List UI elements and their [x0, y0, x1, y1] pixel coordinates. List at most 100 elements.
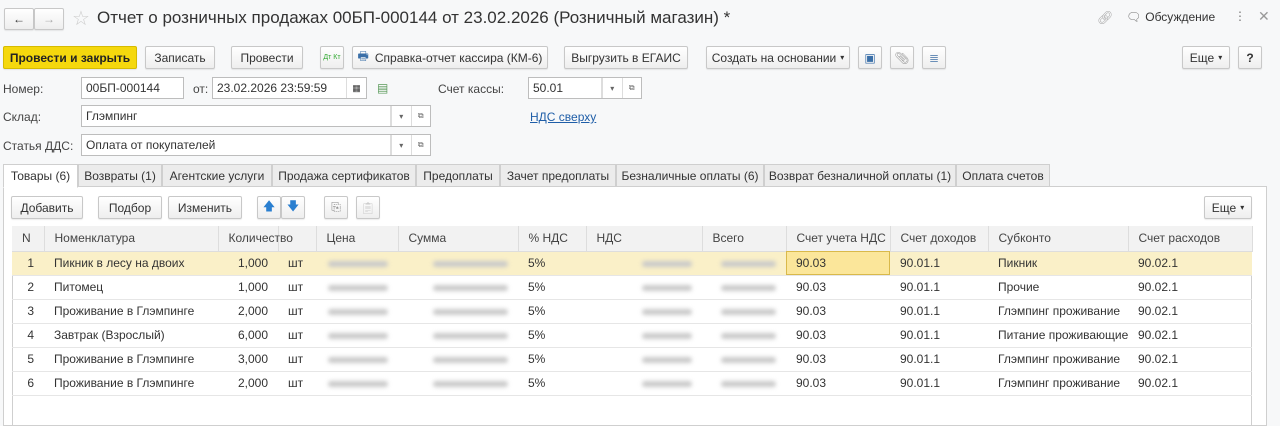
paste-icon[interactable]: 📋︎ [356, 196, 380, 219]
table-row[interactable]: 6 Проживание в Глэмпинге 2,000 шт 5% 90.03 90.… [12, 371, 1252, 396]
cell-vat[interactable] [586, 299, 702, 324]
cell-quantity[interactable]: 1,000 [218, 275, 278, 300]
cell-sum[interactable] [398, 251, 518, 276]
cell-vat-account[interactable]: 90.03 [786, 251, 890, 276]
cell-n[interactable]: 6 [12, 371, 44, 396]
copy-icon[interactable]: ⎘ [324, 196, 348, 219]
tab-certificate-sales[interactable]: Продажа сертификатов [272, 164, 416, 187]
cell-total[interactable] [702, 275, 786, 300]
cell-sum[interactable] [398, 275, 518, 300]
forward-button[interactable]: → [34, 8, 64, 30]
post-button[interactable]: Провести [231, 46, 303, 69]
calendar-icon[interactable]: ▦ [346, 78, 366, 98]
number-field[interactable]: 00БП-000144 [81, 77, 184, 99]
tab-prepayments[interactable]: Предоплаты [416, 164, 500, 187]
dropdown-icon[interactable]: ▾ [391, 135, 411, 155]
table-row[interactable]: 4 Завтрак (Взрослый) 6,000 шт 5% 90.03 90.01.1… [12, 323, 1252, 348]
column-header-expense-account[interactable]: Счет расходов [1128, 226, 1253, 252]
cell-vat[interactable] [586, 371, 702, 396]
column-header-sum[interactable]: Сумма [398, 226, 519, 252]
cell-vat-rate[interactable]: 5% [518, 299, 586, 324]
cell-total[interactable] [702, 251, 786, 276]
column-header-vat[interactable]: НДС [586, 226, 703, 252]
post-and-close-button[interactable]: Провести и закрыть [3, 46, 137, 69]
edit-button[interactable]: Изменить [168, 196, 242, 219]
cell-vat-rate[interactable]: 5% [518, 371, 586, 396]
dropdown-icon[interactable]: ▾ [602, 78, 622, 98]
cell-expense-account[interactable]: 90.02.1 [1128, 299, 1252, 324]
vat-on-top-link[interactable]: НДС сверху [530, 110, 596, 124]
cell-n[interactable]: 3 [12, 299, 44, 324]
cell-income-account[interactable]: 90.01.1 [890, 299, 988, 324]
cell-price[interactable] [316, 299, 398, 324]
cell-subconto[interactable]: Глэмпинг проживание [988, 299, 1128, 324]
egais-upload-button[interactable]: Выгрузить в ЕГАИС [564, 46, 688, 69]
table-row[interactable]: 5 Проживание в Глэмпинге 3,000 шт 5% 90.03 90.… [12, 347, 1252, 372]
cell-nomenclature[interactable]: Проживание в Глэмпинге [44, 347, 218, 372]
cell-quantity[interactable]: 3,000 [218, 347, 278, 372]
move-down-icon[interactable]: 🡇 [281, 196, 305, 219]
back-button[interactable]: ← [4, 8, 34, 30]
create-based-on-button[interactable]: Создать на основании ▾ [706, 46, 850, 69]
cell-price[interactable] [316, 323, 398, 348]
cell-sum[interactable] [398, 323, 518, 348]
cell-total[interactable] [702, 299, 786, 324]
cell-n[interactable]: 2 [12, 275, 44, 300]
cell-vat[interactable] [586, 323, 702, 348]
table-row[interactable]: 2 Питомец 1,000 шт 5% 90.03 90.01.1 Прочие 90.02… [12, 275, 1252, 300]
cell-expense-account[interactable]: 90.02.1 [1128, 347, 1252, 372]
column-header-quantity[interactable]: Количество [218, 226, 293, 252]
cell-subconto[interactable]: Пикник [988, 251, 1128, 276]
dds-field[interactable]: Оплата от покупателей ▾ ⧉ [81, 134, 431, 156]
cell-vat-account[interactable]: 90.03 [786, 323, 890, 348]
link-icon[interactable]: 🔗︎ [1097, 10, 1114, 26]
cell-unit[interactable]: шт [278, 347, 316, 372]
cell-income-account[interactable]: 90.01.1 [890, 371, 988, 396]
cell-sum[interactable] [398, 347, 518, 372]
cell-subconto[interactable]: Глэмпинг проживание [988, 347, 1128, 372]
cell-expense-account[interactable]: 90.02.1 [1128, 275, 1252, 300]
cell-quantity[interactable]: 1,000 [218, 251, 278, 276]
tab-invoice-payment[interactable]: Оплата счетов [956, 164, 1050, 187]
cell-nomenclature[interactable]: Проживание в Глэмпинге [44, 299, 218, 324]
cell-vat-rate[interactable]: 5% [518, 347, 586, 372]
table-more-button[interactable]: Еще ▾ [1204, 196, 1252, 219]
cell-total[interactable] [702, 323, 786, 348]
column-header-total[interactable]: Всего [702, 226, 787, 252]
date-field[interactable]: 23.02.2026 23:59:59 ▦ [212, 77, 367, 99]
cell-quantity[interactable]: 2,000 [218, 371, 278, 396]
cell-unit[interactable]: шт [278, 275, 316, 300]
cell-nomenclature[interactable]: Проживание в Глэмпинге [44, 371, 218, 396]
open-icon[interactable]: ⧉ [410, 106, 431, 126]
cell-vat-rate[interactable]: 5% [518, 323, 586, 348]
column-header-subconto[interactable]: Субконто [988, 226, 1129, 252]
cell-price[interactable] [316, 251, 398, 276]
cell-vat-account[interactable]: 90.03 [786, 371, 890, 396]
cell-n[interactable]: 5 [12, 347, 44, 372]
cell-income-account[interactable]: 90.01.1 [890, 275, 988, 300]
favorite-star-icon[interactable]: ☆ [72, 6, 90, 31]
cash-account-field[interactable]: 50.01 ▾ ⧉ [528, 77, 642, 99]
table-row[interactable]: 1 Пикник в лесу на двоих 1,000 шт 5% 90.03 90.… [12, 251, 1252, 276]
cell-quantity[interactable]: 6,000 [218, 323, 278, 348]
cell-income-account[interactable]: 90.01.1 [890, 323, 988, 348]
cell-total[interactable] [702, 347, 786, 372]
cell-subconto[interactable]: Глэмпинг проживание [988, 371, 1128, 396]
cell-sum[interactable] [398, 371, 518, 396]
pick-button[interactable]: Подбор [98, 196, 162, 219]
dropdown-icon[interactable]: ▾ [391, 106, 411, 126]
dt-kt-icon[interactable]: Дт Кт [320, 46, 344, 69]
column-header-n[interactable]: N [12, 226, 45, 252]
cell-expense-account[interactable]: 90.02.1 [1128, 323, 1252, 348]
cell-price[interactable] [316, 275, 398, 300]
more-menu-icon[interactable]: ⋮ [1234, 9, 1246, 23]
cell-price[interactable] [316, 371, 398, 396]
cell-expense-account[interactable]: 90.02.1 [1128, 251, 1252, 276]
tab-goods[interactable]: Товары (6) [3, 164, 78, 188]
warehouse-field[interactable]: Глэмпинг ▾ ⧉ [81, 105, 431, 127]
tab-returns[interactable]: Возвраты (1) [78, 164, 162, 187]
tab-agent-services[interactable]: Агентские услуги [162, 164, 272, 187]
attachment-icon[interactable]: 📎︎ [890, 46, 914, 69]
move-up-icon[interactable]: 🡅 [257, 196, 281, 219]
more-button[interactable]: Еще ▾ [1182, 46, 1230, 69]
